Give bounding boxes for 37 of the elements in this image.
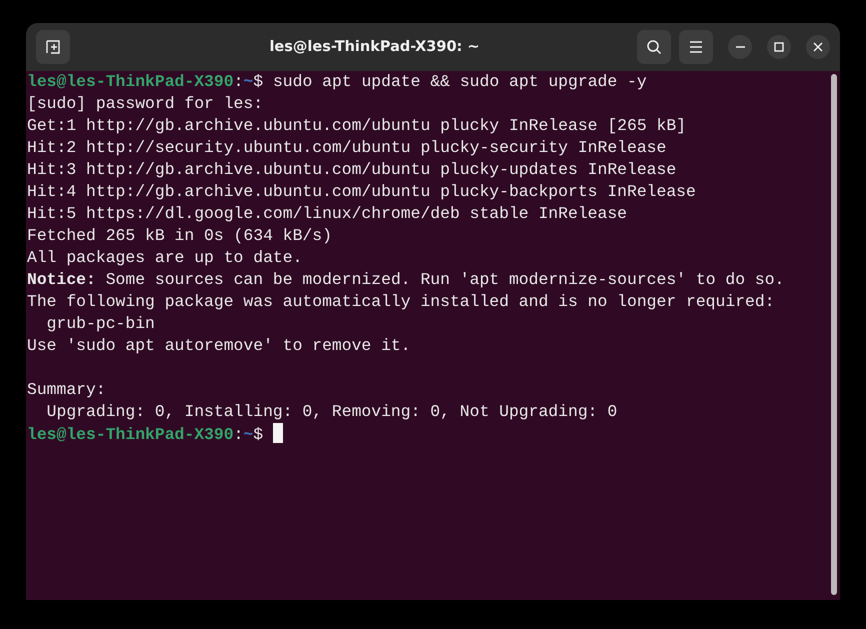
output-line: Hit:3 http://gb.archive.ubuntu.com/ubuntu plucky-updates InRelease [27,160,676,179]
prompt-symbol: $ [253,425,264,444]
menu-icon [689,41,703,53]
window-title: les@les-ThinkPad-X390: ~ [268,39,481,55]
output-line: Hit:4 http://gb.archive.ubuntu.com/ubuntu plucky-backports InRelease [27,182,696,201]
prompt-path: ~ [243,425,254,444]
new-tab-button[interactable] [36,30,70,64]
maximize-icon [774,42,784,52]
minimize-icon [736,46,744,48]
maximize-button[interactable] [767,35,791,59]
output-line: [sudo] password for les: [27,94,264,113]
menu-button[interactable] [679,30,713,64]
command-text: sudo apt update && sudo apt upgrade -y [272,72,647,91]
prompt-user-host: les@les-ThinkPad-X390 [27,425,234,444]
close-icon [813,42,823,52]
search-button[interactable] [637,30,671,64]
output-line: Summary: [27,380,106,399]
output-line: Upgrading: 0, Installing: 0, Removing: 0, Not Upgrading: 0 [46,402,618,421]
output-line: Fetched 265 kB in 0s (634 kB/s) [27,226,332,245]
prompt-symbol: $ [253,72,264,91]
prompt-path: ~ [243,72,254,91]
output-line: Hit:5 https://dl.google.com/linux/chrome/deb stable InRelease [27,204,627,223]
prompt-separator: : [234,425,244,444]
output-line: grub-pc-bin [46,314,155,333]
output-line: Use 'sudo apt autoremove' to remove it. [27,336,411,355]
output-line: Get:1 http://gb.archive.ubuntu.com/ubuntu plucky InRelease [265 kB] [27,116,686,135]
new-tab-icon [45,39,61,55]
minimize-button[interactable] [728,35,752,59]
search-icon [646,39,662,55]
prompt-user-host: les@les-ThinkPad-X390 [27,72,234,91]
scrollbar[interactable] [831,74,837,595]
prompt-separator: : [234,72,244,91]
output-line: Notice: Some sources can be modernized. Run 'apt modernize-sources' to do so. [27,270,784,289]
close-button[interactable] [806,35,830,59]
output-line: The following package was automatically installed and is no longer required: [27,292,775,311]
output-line: Hit:2 http://security.ubuntu.com/ubuntu plucky-security InRelease [27,138,666,157]
output-line: All packages are up to date. [27,248,302,267]
